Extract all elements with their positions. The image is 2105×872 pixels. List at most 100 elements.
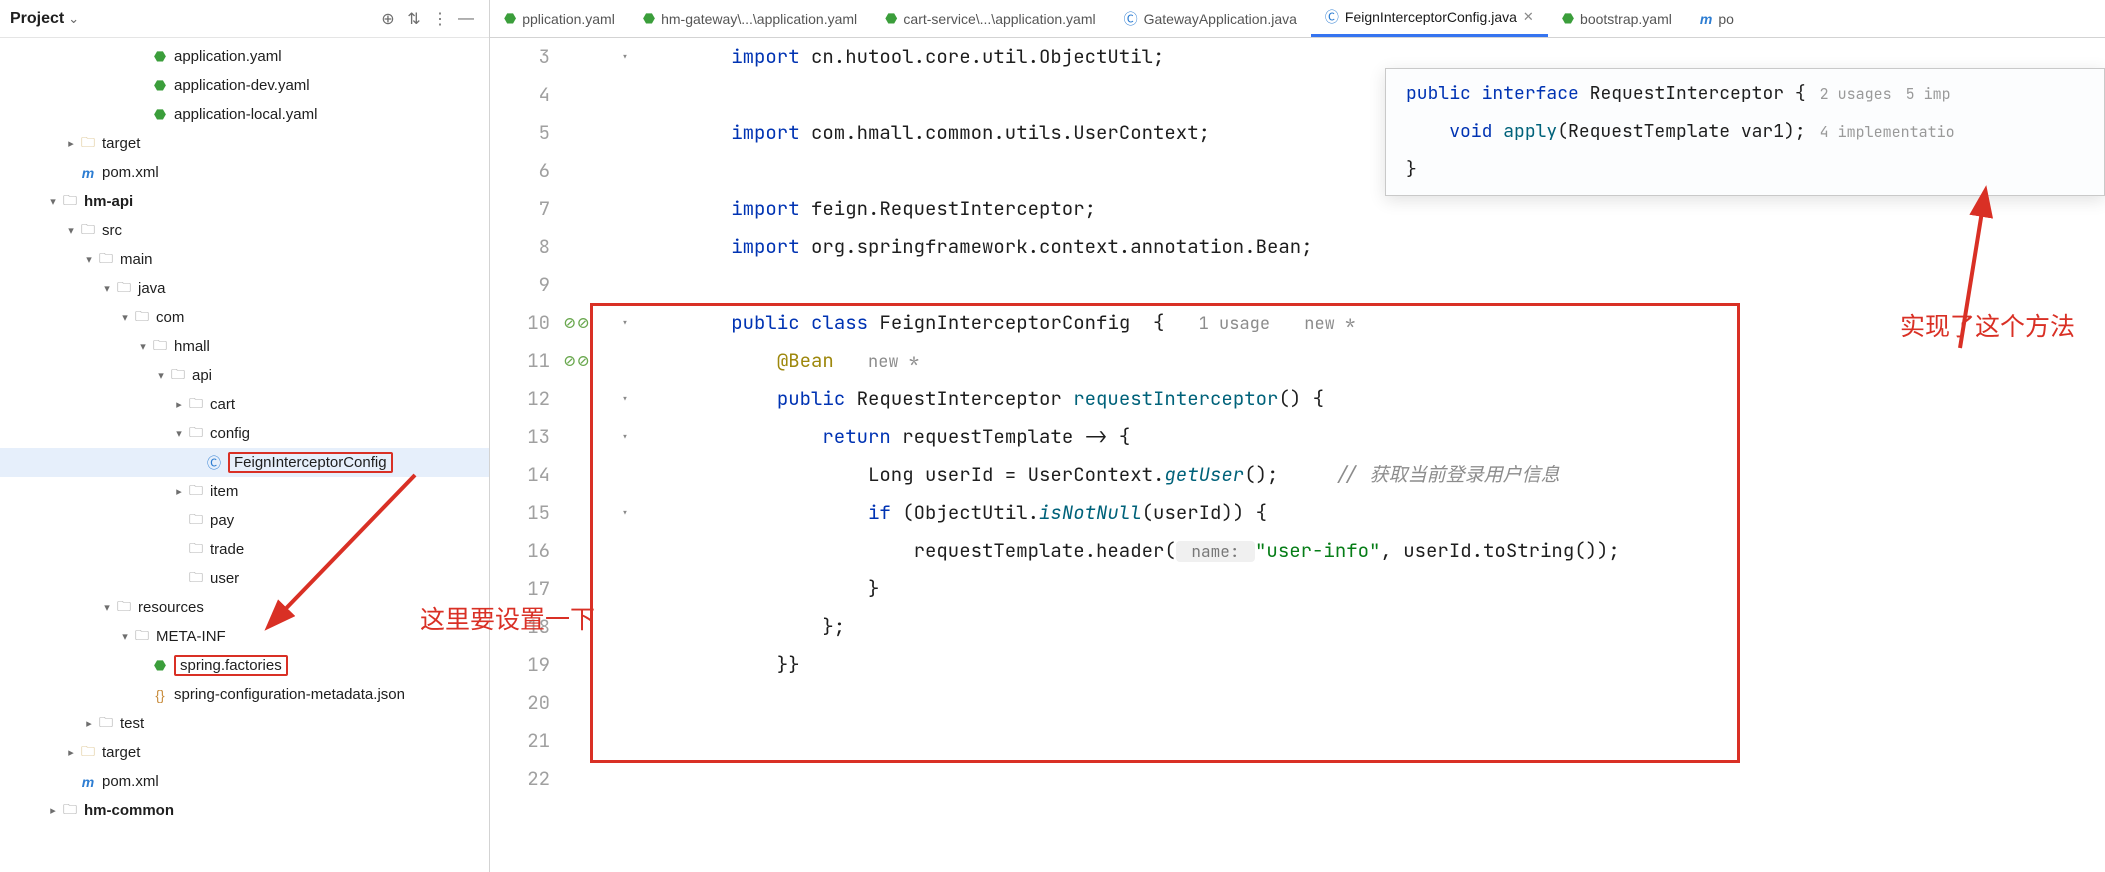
- tree-arrow-icon[interactable]: ▾: [46, 195, 60, 208]
- tree-arrow-icon[interactable]: ▾: [82, 253, 96, 266]
- editor-tab[interactable]: ⒸGatewayApplication.java: [1110, 0, 1311, 37]
- tree-arrow-icon[interactable]: ▾: [118, 630, 132, 643]
- fold-toggle[interactable]: [616, 608, 634, 646]
- tree-node[interactable]: ▾🗀hmall: [0, 332, 489, 361]
- line-number[interactable]: 20: [490, 684, 550, 722]
- close-tab-icon[interactable]: ✕: [1523, 9, 1534, 25]
- tree-arrow-icon[interactable]: ▸: [172, 485, 186, 498]
- line-number[interactable]: 11: [490, 342, 550, 380]
- fold-toggle[interactable]: [616, 342, 634, 380]
- fold-toggle[interactable]: [616, 228, 634, 266]
- tree-node[interactable]: ⬣application.yaml: [0, 42, 489, 71]
- locate-icon[interactable]: ⊕: [375, 9, 401, 29]
- line-number[interactable]: 13: [490, 418, 550, 456]
- tree-node[interactable]: ▸🗀test: [0, 709, 489, 738]
- expand-all-icon[interactable]: ⇅: [401, 9, 427, 29]
- tree-arrow-icon[interactable]: ▾: [100, 601, 114, 614]
- settings-icon[interactable]: ⋮: [427, 9, 453, 29]
- gutter-bean-icon[interactable]: ⊘: [564, 342, 575, 380]
- project-tree[interactable]: ⬣application.yaml⬣application-dev.yaml⬣a…: [0, 38, 489, 872]
- tree-node[interactable]: ▾🗀com: [0, 303, 489, 332]
- line-number[interactable]: 12: [490, 380, 550, 418]
- tree-node[interactable]: ⒸFeignInterceptorConfig: [0, 448, 489, 477]
- line-number[interactable]: 9: [490, 266, 550, 304]
- fold-toggle[interactable]: [616, 684, 634, 722]
- fold-toggle[interactable]: [616, 456, 634, 494]
- tree-node[interactable]: ▸🗀cart: [0, 390, 489, 419]
- line-number[interactable]: 8: [490, 228, 550, 266]
- line-number[interactable]: 17: [490, 570, 550, 608]
- fold-toggle[interactable]: [616, 760, 634, 798]
- line-number[interactable]: 6: [490, 152, 550, 190]
- line-number[interactable]: 19: [490, 646, 550, 684]
- tree-node[interactable]: ▾🗀main: [0, 245, 489, 274]
- tree-node[interactable]: 🗀trade: [0, 535, 489, 564]
- tree-node[interactable]: ▸🗀target: [0, 129, 489, 158]
- fold-toggle[interactable]: [616, 114, 634, 152]
- fold-toggle[interactable]: ▾: [616, 418, 634, 456]
- line-number[interactable]: 18: [490, 608, 550, 646]
- tree-arrow-icon[interactable]: ▾: [118, 311, 132, 324]
- tree-node[interactable]: ▾🗀api: [0, 361, 489, 390]
- tree-arrow-icon[interactable]: ▾: [172, 427, 186, 440]
- gutter-bean-icon[interactable]: ⊘: [577, 342, 588, 380]
- editor-tab[interactable]: ⬣hm-gateway\...\application.yaml: [629, 0, 871, 37]
- fold-toggle[interactable]: ▾: [616, 380, 634, 418]
- tree-node[interactable]: ▾🗀config: [0, 419, 489, 448]
- tree-node[interactable]: ▾🗀src: [0, 216, 489, 245]
- line-number[interactable]: 7: [490, 190, 550, 228]
- tree-arrow-icon[interactable]: ▸: [172, 398, 186, 411]
- chevron-down-icon[interactable]: ⌄: [68, 11, 79, 27]
- gutter-bean-icon[interactable]: ⊘: [564, 304, 575, 342]
- line-number[interactable]: 5: [490, 114, 550, 152]
- tree-node[interactable]: mpom.xml: [0, 767, 489, 796]
- fold-toggle[interactable]: [616, 570, 634, 608]
- line-number-gutter[interactable]: 345678910111213141516171819202122: [490, 38, 560, 798]
- tree-node[interactable]: mpom.xml: [0, 158, 489, 187]
- fold-toggle[interactable]: [616, 190, 634, 228]
- line-number[interactable]: 16: [490, 532, 550, 570]
- tree-node[interactable]: 🗀user: [0, 564, 489, 593]
- tree-node[interactable]: ⬣application-local.yaml: [0, 100, 489, 129]
- fold-toggle[interactable]: [616, 76, 634, 114]
- tree-node[interactable]: ⬣spring.factories: [0, 651, 489, 680]
- gutter-bean-icon[interactable]: ⊘: [577, 304, 588, 342]
- tree-arrow-icon[interactable]: ▸: [64, 746, 78, 759]
- editor-tab[interactable]: ⬣bootstrap.yaml: [1548, 0, 1686, 37]
- tree-node[interactable]: ⬣application-dev.yaml: [0, 71, 489, 100]
- tree-node[interactable]: ▸🗀target: [0, 738, 489, 767]
- tree-arrow-icon[interactable]: ▸: [46, 804, 60, 817]
- line-number[interactable]: 10: [490, 304, 550, 342]
- tree-node[interactable]: ▾🗀META-INF: [0, 622, 489, 651]
- fold-toggle[interactable]: [616, 722, 634, 760]
- line-number[interactable]: 14: [490, 456, 550, 494]
- project-panel-title[interactable]: Project: [10, 10, 64, 28]
- editor-tab[interactable]: mpo: [1686, 0, 1748, 37]
- line-number[interactable]: 15: [490, 494, 550, 532]
- tree-node[interactable]: ▾🗀resources: [0, 593, 489, 622]
- tree-arrow-icon[interactable]: ▾: [136, 340, 150, 353]
- tree-arrow-icon[interactable]: ▸: [64, 137, 78, 150]
- fold-toggle[interactable]: [616, 532, 634, 570]
- tree-node[interactable]: ▸🗀hm-common: [0, 796, 489, 825]
- line-number[interactable]: 21: [490, 722, 550, 760]
- fold-toggle[interactable]: [616, 152, 634, 190]
- code-editor[interactable]: 345678910111213141516171819202122 ⊘⊘⊘⊘ ▾…: [490, 38, 2105, 872]
- line-number[interactable]: 3: [490, 38, 550, 76]
- fold-toggle[interactable]: ▾: [616, 304, 634, 342]
- fold-toggle[interactable]: [616, 266, 634, 304]
- line-number[interactable]: 22: [490, 760, 550, 798]
- tree-node[interactable]: {}spring-configuration-metadata.json: [0, 680, 489, 709]
- tree-arrow-icon[interactable]: ▾: [100, 282, 114, 295]
- tree-node[interactable]: ▾🗀java: [0, 274, 489, 303]
- editor-tab[interactable]: ⬣cart-service\...\application.yaml: [871, 0, 1109, 37]
- tree-arrow-icon[interactable]: ▾: [154, 369, 168, 382]
- fold-toggle[interactable]: [616, 646, 634, 684]
- fold-toggle[interactable]: ▾: [616, 494, 634, 532]
- editor-tab[interactable]: ⬣pplication.yaml: [490, 0, 629, 37]
- tree-node[interactable]: 🗀pay: [0, 506, 489, 535]
- editor-tab[interactable]: ⒸFeignInterceptorConfig.java✕: [1311, 0, 1548, 37]
- fold-toggle[interactable]: ▾: [616, 38, 634, 76]
- tree-arrow-icon[interactable]: ▸: [82, 717, 96, 730]
- line-number[interactable]: 4: [490, 76, 550, 114]
